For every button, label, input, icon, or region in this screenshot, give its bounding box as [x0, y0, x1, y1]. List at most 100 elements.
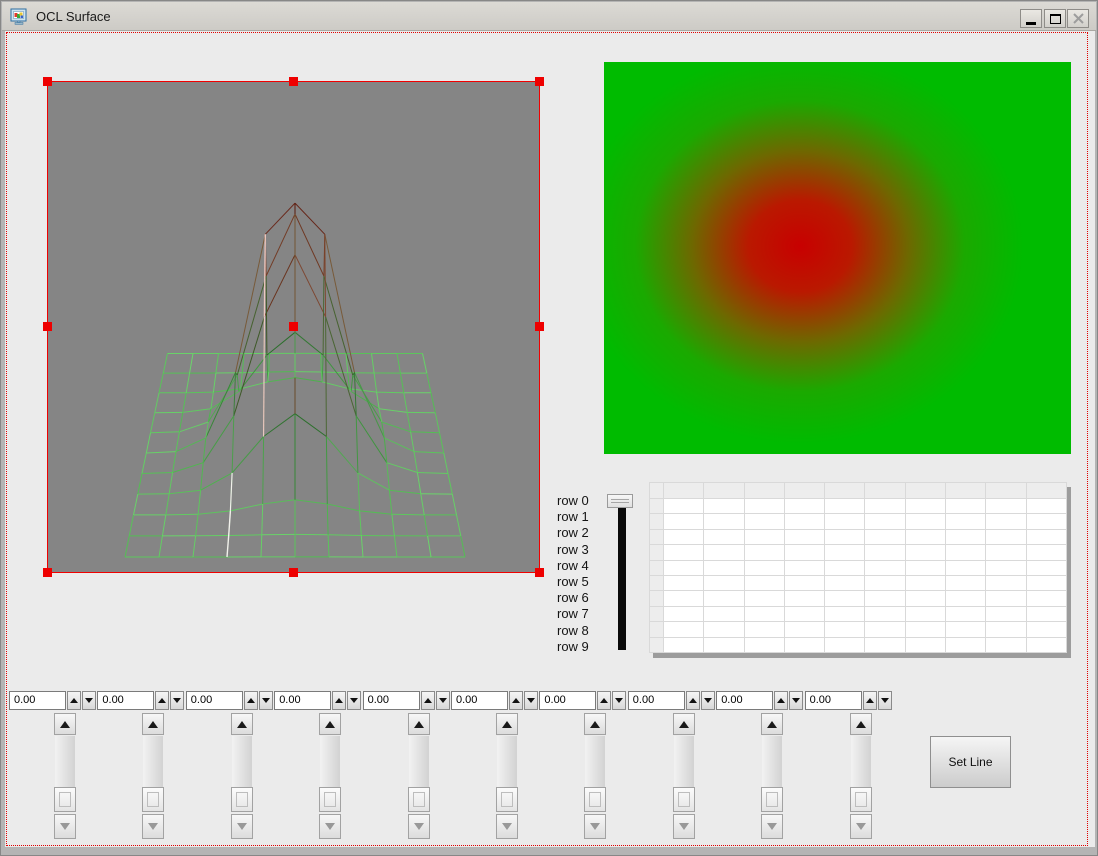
grid-cell[interactable]: [825, 607, 865, 622]
grid-cell[interactable]: [704, 514, 744, 529]
grid-cell[interactable]: [704, 591, 744, 606]
grid-cell[interactable]: [785, 545, 825, 560]
grid-cell[interactable]: [1027, 499, 1067, 514]
spinner-value-field[interactable]: 0.00: [539, 691, 596, 710]
slider-down-button[interactable]: [319, 814, 341, 839]
grid-cell[interactable]: [986, 622, 1026, 637]
grid-cell[interactable]: [906, 622, 946, 637]
grid-cell[interactable]: [704, 561, 744, 576]
spinner-up-button[interactable]: [509, 691, 523, 710]
grid-cell[interactable]: [745, 530, 785, 545]
row-slider-handle[interactable]: [607, 494, 633, 508]
spinner-down-button[interactable]: [347, 691, 361, 710]
spinner-value-field[interactable]: 0.00: [97, 691, 154, 710]
grid-cell[interactable]: [704, 530, 744, 545]
slider-thumb[interactable]: [850, 787, 872, 812]
grid-cell[interactable]: [986, 607, 1026, 622]
slider-down-button[interactable]: [496, 814, 518, 839]
grid-cell[interactable]: [946, 576, 986, 591]
grid-cell[interactable]: [946, 607, 986, 622]
spinner-down-button[interactable]: [789, 691, 803, 710]
selection-handle[interactable]: [535, 77, 544, 86]
spinner-up-button[interactable]: [244, 691, 258, 710]
slider-track[interactable]: [497, 736, 517, 787]
selection-handle[interactable]: [289, 322, 298, 331]
slider-up-button[interactable]: [231, 713, 253, 735]
selection-handle[interactable]: [43, 77, 52, 86]
grid-cell[interactable]: [704, 622, 744, 637]
slider-track[interactable]: [674, 736, 694, 787]
selection-handle[interactable]: [43, 322, 52, 331]
grid-cell[interactable]: [745, 591, 785, 606]
grid-cell[interactable]: [1027, 561, 1067, 576]
grid-cell[interactable]: [906, 514, 946, 529]
grid-cell[interactable]: [664, 576, 704, 591]
grid-cell[interactable]: [1027, 576, 1067, 591]
grid-cell[interactable]: [785, 530, 825, 545]
slider-thumb[interactable]: [54, 787, 76, 812]
grid-cell[interactable]: [865, 607, 905, 622]
slider-track[interactable]: [143, 736, 163, 787]
slider-up-button[interactable]: [319, 713, 341, 735]
grid-cell[interactable]: [906, 561, 946, 576]
slider-track[interactable]: [55, 736, 75, 787]
grid-cell[interactable]: [946, 638, 986, 653]
minimize-button[interactable]: [1020, 9, 1042, 28]
spinner-value-field[interactable]: 0.00: [274, 691, 331, 710]
spinner-up-button[interactable]: [774, 691, 788, 710]
grid-cell[interactable]: [664, 530, 704, 545]
spinner-down-button[interactable]: [170, 691, 184, 710]
spinner-value-field[interactable]: 0.00: [805, 691, 862, 710]
grid-cell[interactable]: [785, 638, 825, 653]
spinner-down-button[interactable]: [701, 691, 715, 710]
spinner-down-button[interactable]: [436, 691, 450, 710]
slider-down-button[interactable]: [142, 814, 164, 839]
grid-cell[interactable]: [704, 545, 744, 560]
grid-cell[interactable]: [664, 607, 704, 622]
grid-cell[interactable]: [906, 638, 946, 653]
slider-down-button[interactable]: [584, 814, 606, 839]
spinner-value-field[interactable]: 0.00: [363, 691, 420, 710]
grid-cell[interactable]: [986, 499, 1026, 514]
grid-cell[interactable]: [865, 499, 905, 514]
slider-up-button[interactable]: [584, 713, 606, 735]
slider-thumb[interactable]: [761, 787, 783, 812]
slider-track[interactable]: [851, 736, 871, 787]
grid-cell[interactable]: [825, 561, 865, 576]
grid-cell[interactable]: [865, 530, 905, 545]
grid-cell[interactable]: [664, 622, 704, 637]
spinner-value-field[interactable]: 0.00: [451, 691, 508, 710]
grid-cell[interactable]: [664, 638, 704, 653]
grid-cell[interactable]: [785, 499, 825, 514]
grid-cell[interactable]: [865, 576, 905, 591]
value-grid[interactable]: [649, 482, 1067, 653]
grid-cell[interactable]: [906, 530, 946, 545]
grid-cell[interactable]: [865, 591, 905, 606]
spinner-up-button[interactable]: [863, 691, 877, 710]
slider-up-button[interactable]: [408, 713, 430, 735]
grid-cell[interactable]: [745, 638, 785, 653]
grid-cell[interactable]: [664, 591, 704, 606]
slider-up-button[interactable]: [673, 713, 695, 735]
grid-cell[interactable]: [906, 545, 946, 560]
grid-cell[interactable]: [745, 622, 785, 637]
grid-cell[interactable]: [825, 576, 865, 591]
slider-up-button[interactable]: [54, 713, 76, 735]
grid-cell[interactable]: [986, 545, 1026, 560]
spinner-down-button[interactable]: [259, 691, 273, 710]
grid-cell[interactable]: [664, 561, 704, 576]
grid-cell[interactable]: [785, 514, 825, 529]
row-slider-track[interactable]: [618, 497, 626, 650]
slider-up-button[interactable]: [496, 713, 518, 735]
slider-track[interactable]: [409, 736, 429, 787]
spinner-value-field[interactable]: 0.00: [716, 691, 773, 710]
grid-cell[interactable]: [785, 561, 825, 576]
selection-handle[interactable]: [289, 77, 298, 86]
grid-cell[interactable]: [946, 545, 986, 560]
grid-cell[interactable]: [865, 561, 905, 576]
slider-thumb[interactable]: [319, 787, 341, 812]
slider-up-button[interactable]: [142, 713, 164, 735]
spinner-up-button[interactable]: [421, 691, 435, 710]
slider-up-button[interactable]: [761, 713, 783, 735]
grid-cell[interactable]: [865, 638, 905, 653]
